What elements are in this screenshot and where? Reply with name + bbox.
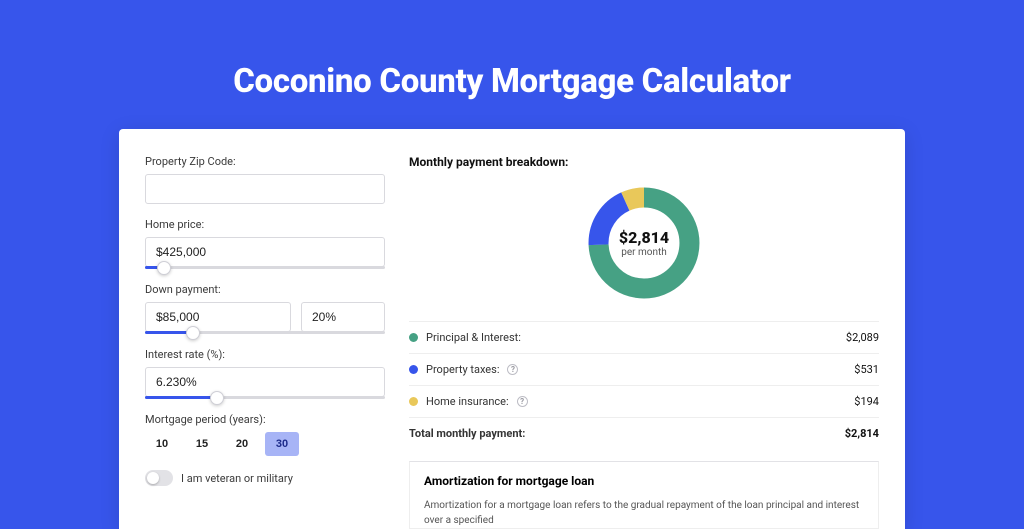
- field-period: Mortgage period (years): 10 15 20 30: [145, 413, 385, 456]
- row-principal: Principal & Interest: $2,089: [409, 321, 879, 353]
- amortization-text: Amortization for a mortgage loan refers …: [424, 498, 864, 528]
- swatch-insurance: [409, 397, 418, 406]
- rate-label: Interest rate (%):: [145, 348, 385, 361]
- label-total: Total monthly payment:: [409, 427, 525, 440]
- price-slider[interactable]: [145, 266, 385, 269]
- down-amount-input[interactable]: [145, 302, 291, 332]
- donut-center: $2,814 per month: [619, 228, 669, 258]
- zip-label: Property Zip Code:: [145, 155, 385, 168]
- row-insurance: Home insurance: ? $194: [409, 385, 879, 417]
- price-label: Home price:: [145, 218, 385, 231]
- veteran-toggle-knob: [147, 472, 159, 484]
- zip-input[interactable]: [145, 174, 385, 204]
- swatch-principal: [409, 333, 418, 342]
- field-veteran: I am veteran or military: [145, 470, 385, 486]
- label-principal: Principal & Interest:: [426, 331, 521, 344]
- breakdown-panel: Monthly payment breakdown: $2,814 per mo…: [409, 155, 879, 529]
- value-taxes: $531: [854, 363, 879, 376]
- period-label: Mortgage period (years):: [145, 413, 385, 426]
- field-price: Home price:: [145, 218, 385, 269]
- page-title: Coconino County Mortgage Calculator: [0, 0, 1024, 101]
- rate-slider-fill: [145, 396, 217, 399]
- donut-chart-wrap: $2,814 per month: [409, 183, 879, 303]
- down-label: Down payment:: [145, 283, 385, 296]
- donut-amount: $2,814: [619, 228, 669, 247]
- amortization-title: Amortization for mortgage loan: [424, 474, 864, 488]
- field-rate: Interest rate (%):: [145, 348, 385, 399]
- swatch-taxes: [409, 365, 418, 374]
- row-taxes: Property taxes: ? $531: [409, 353, 879, 385]
- veteran-toggle[interactable]: [145, 470, 173, 486]
- donut-sub: per month: [619, 247, 669, 258]
- price-input[interactable]: [145, 237, 385, 267]
- price-slider-thumb[interactable]: [157, 261, 171, 275]
- veteran-label: I am veteran or military: [181, 472, 293, 485]
- amortization-section: Amortization for mortgage loan Amortizat…: [409, 461, 879, 529]
- period-option-30[interactable]: 30: [265, 432, 299, 456]
- down-slider-thumb[interactable]: [186, 326, 200, 340]
- info-icon[interactable]: ?: [517, 396, 528, 407]
- label-taxes: Property taxes:: [426, 363, 499, 376]
- value-principal: $2,089: [846, 331, 879, 344]
- row-total: Total monthly payment: $2,814: [409, 417, 879, 449]
- calculator-card: Property Zip Code: Home price: Down paym…: [119, 129, 905, 529]
- info-icon[interactable]: ?: [507, 364, 518, 375]
- donut-chart: $2,814 per month: [584, 183, 704, 303]
- period-option-20[interactable]: 20: [225, 432, 259, 456]
- rate-slider-thumb[interactable]: [210, 391, 224, 405]
- period-option-10[interactable]: 10: [145, 432, 179, 456]
- field-down: Down payment:: [145, 283, 385, 334]
- rate-slider[interactable]: [145, 396, 385, 399]
- rate-input[interactable]: [145, 367, 385, 397]
- down-percent-input[interactable]: [301, 302, 385, 332]
- period-options: 10 15 20 30: [145, 432, 385, 456]
- period-option-15[interactable]: 15: [185, 432, 219, 456]
- value-insurance: $194: [854, 395, 879, 408]
- value-total: $2,814: [845, 427, 879, 440]
- field-zip: Property Zip Code:: [145, 155, 385, 204]
- breakdown-title: Monthly payment breakdown:: [409, 155, 879, 169]
- down-slider[interactable]: [145, 331, 385, 334]
- form-panel: Property Zip Code: Home price: Down paym…: [145, 155, 385, 529]
- label-insurance: Home insurance:: [426, 395, 509, 408]
